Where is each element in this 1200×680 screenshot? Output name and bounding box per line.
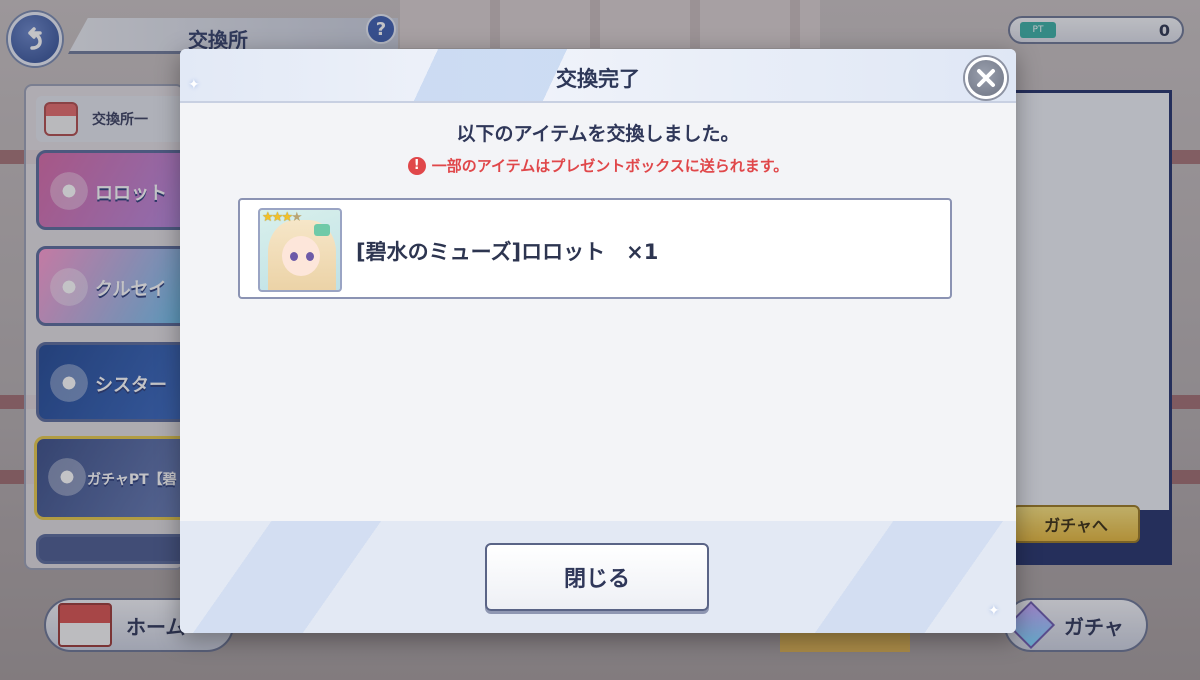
notice-text: 一部のアイテムはプレゼントボックスに送られます。 [431, 157, 789, 175]
star-empty-icon: ★ [290, 210, 303, 225]
character-thumbnail: ★★★★ [258, 208, 342, 292]
character-eye [290, 252, 298, 261]
warning-icon: ! [407, 156, 426, 175]
close-dialog-x-button[interactable] [965, 57, 1007, 99]
star-icon: ★ [262, 210, 274, 225]
exchange-complete-dialog: ✦ 交換完了 以下のアイテムを交換しました。 ! 一部のアイテムはプレゼントボッ… [180, 49, 1016, 633]
dialog-title: 交換完了 [556, 67, 640, 91]
dialog-message: 以下のアイテムを交換しました。 [456, 123, 740, 145]
star-icon: ★ [281, 210, 293, 225]
exchanged-item-row: ★★★★ [碧水のミューズ]ロロット ×1 [238, 198, 952, 299]
rarity-stars: ★★★★ [262, 210, 303, 225]
star-icon: ★ [271, 210, 284, 225]
sparkle-icon: ✦ [988, 603, 1000, 619]
dialog-footer: ✦ 閉じる [180, 521, 1016, 633]
close-button[interactable]: 閉じる [485, 543, 709, 611]
item-name: [碧水のミューズ]ロロット ×1 [356, 240, 659, 264]
dialog-body: 以下のアイテムを交換しました。 ! 一部のアイテムはプレゼントボックスに送られま… [180, 103, 1016, 521]
hair-ribbon [314, 224, 330, 236]
present-box-notice: ! 一部のアイテムはプレゼントボックスに送られます。 [180, 155, 1016, 176]
character-eye [306, 252, 314, 261]
dialog-header: ✦ 交換完了 [180, 49, 1016, 103]
close-icon [977, 69, 995, 87]
character-face [282, 236, 320, 276]
